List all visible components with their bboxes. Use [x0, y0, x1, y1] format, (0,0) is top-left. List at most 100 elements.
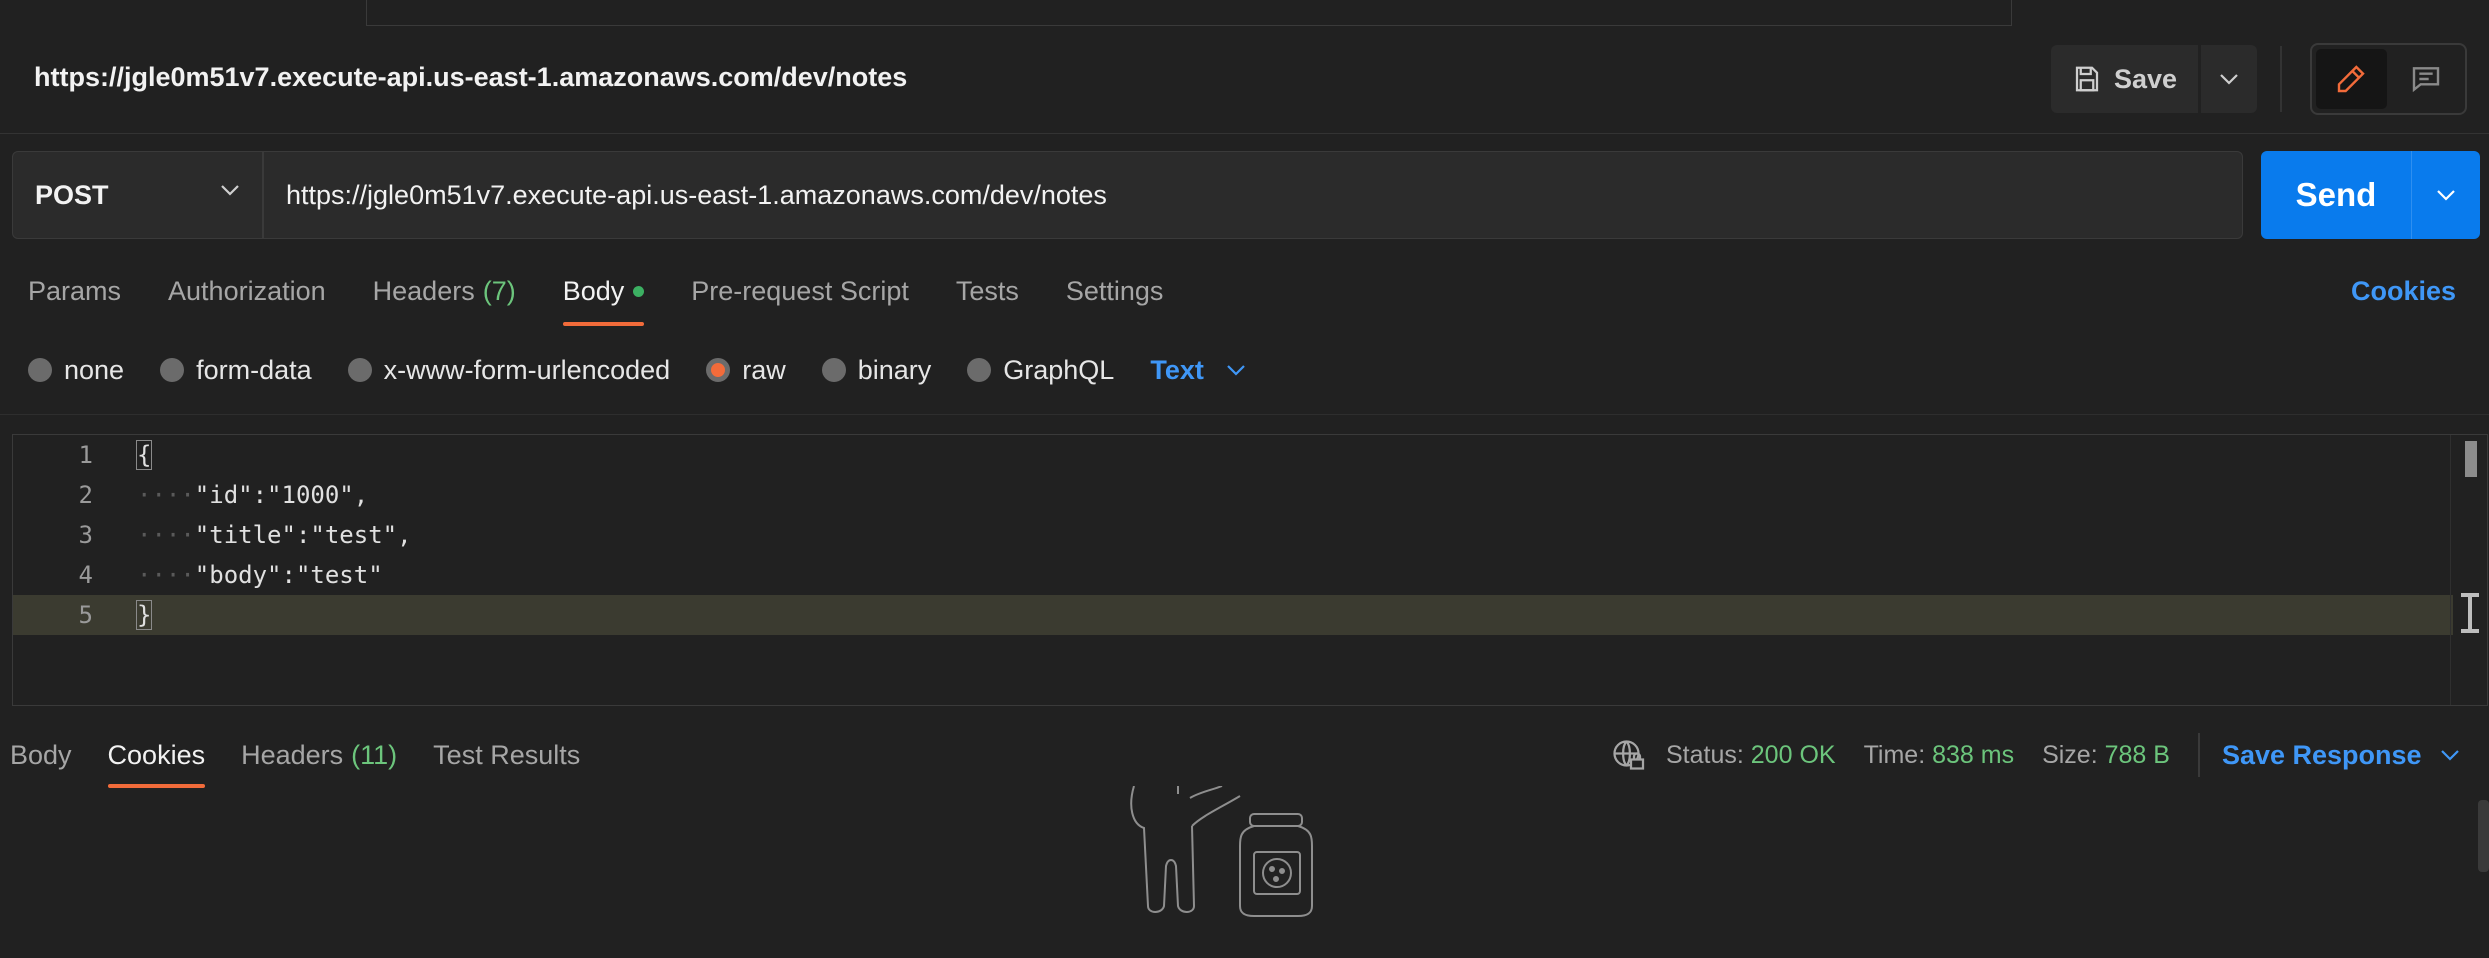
line-number: 5 [78, 601, 93, 629]
line-number: 2 [78, 481, 93, 509]
body-type-raw[interactable]: raw [706, 355, 786, 386]
status-readout: Status: 200 OK [1666, 741, 1836, 770]
radio-label: binary [857, 354, 932, 385]
time-value: 838 ms [1932, 740, 2015, 769]
url-input[interactable]: https://jgle0m51v7.execute-api.us-east-1… [263, 151, 2243, 239]
radio-label: form-data [196, 354, 312, 385]
response-meta: Status: 200 OK Time: 838 ms Size: 788 B … [1610, 722, 2460, 788]
size-label: Size: [2042, 740, 2098, 769]
send-button[interactable]: Send [2261, 151, 2411, 239]
code-text: "body":"test" [194, 561, 383, 589]
tab-label: Tests [955, 275, 1019, 306]
tab-label: Headers [372, 275, 475, 306]
radio-button[interactable] [821, 358, 846, 382]
chevron-down-icon [221, 185, 239, 196]
request-header: https://jgle0m51v7.execute-api.us-east-1… [0, 26, 2489, 134]
meta-divider [2197, 733, 2200, 777]
code-line-active: 5 } [13, 595, 2453, 635]
indent-dots: ···· [137, 481, 195, 509]
response-tab-headers[interactable]: Headers (11) [241, 722, 397, 788]
edit-mode-button[interactable] [2316, 49, 2387, 109]
tab-headers[interactable]: Headers (7) [373, 256, 516, 326]
tab-label: Settings [1065, 275, 1164, 306]
radio-label: x-www-form-urlencoded [383, 354, 671, 385]
code-line: 3 ····"title":"test", [13, 515, 2453, 555]
time-readout: Time: 838 ms [1864, 741, 2015, 770]
code-editor[interactable]: 1 { 2 ····"id":"1000", 3 ····"title":"te… [12, 434, 2488, 706]
response-scrollbar[interactable] [2478, 800, 2489, 872]
radio-button-checked[interactable] [706, 358, 731, 382]
line-number: 1 [78, 441, 93, 469]
comment-icon [2412, 67, 2439, 93]
code-text: "id":"1000", [194, 481, 369, 509]
code-line: 2 ····"id":"1000", [13, 475, 2453, 515]
code-text: { [135, 440, 153, 470]
body-indicator-dot [633, 285, 645, 297]
radio-label: GraphQL [1003, 354, 1115, 385]
tab-label: Params [28, 275, 122, 306]
tab-label: Headers [241, 739, 344, 770]
size-value: 788 B [2104, 740, 2170, 769]
chevron-down-icon [1227, 365, 1245, 376]
response-tab-test-results[interactable]: Test Results [433, 722, 580, 788]
tab-authorization[interactable]: Authorization [168, 256, 326, 326]
tab-tests[interactable]: Tests [956, 256, 1019, 326]
send-options-button[interactable] [2411, 151, 2480, 239]
body-type-urlencoded[interactable]: x-www-form-urlencoded [347, 354, 671, 386]
tab-settings[interactable]: Settings [1066, 256, 1164, 326]
top-strip-inner [366, 0, 2012, 26]
code-line: 4 ····"body":"test" [13, 555, 2453, 595]
comments-mode-button[interactable] [2391, 49, 2462, 109]
body-type-options: none form-data x-www-form-urlencoded raw… [28, 348, 1246, 392]
chevron-down-icon [2440, 750, 2459, 761]
save-response-label: Save Response [2221, 739, 2422, 770]
radio-button[interactable] [967, 358, 992, 382]
save-button[interactable]: Save [2051, 45, 2198, 113]
request-title[interactable]: https://jgle0m51v7.execute-api.us-east-1… [34, 62, 907, 93]
body-format-dropdown[interactable]: Text [1150, 355, 1246, 386]
url-text: https://jgle0m51v7.execute-api.us-east-1… [286, 179, 1107, 210]
tab-label: Pre-request Script [691, 275, 909, 306]
globe-lock-icon[interactable] [1610, 737, 1646, 773]
time-label: Time: [1863, 740, 1926, 769]
response-tab-cookies[interactable]: Cookies [107, 722, 206, 788]
cookies-link[interactable]: Cookies [2351, 276, 2456, 307]
response-tab-body[interactable]: Body [10, 722, 72, 788]
text-cursor-icon [2461, 593, 2479, 633]
method-label: POST [35, 179, 109, 210]
tab-pre-request-script[interactable]: Pre-request Script [691, 256, 909, 326]
save-options-button[interactable] [2201, 45, 2257, 113]
save-response-button[interactable]: Save Response [2222, 740, 2460, 771]
tab-label: Cookies [107, 739, 206, 770]
request-tabs: Params Authorization Headers (7) Body Pre… [28, 256, 1210, 326]
line-number: 4 [78, 561, 93, 589]
body-type-none[interactable]: none [28, 355, 124, 386]
tab-params[interactable]: Params [28, 256, 121, 326]
body-type-graphql[interactable]: GraphQL [967, 355, 1114, 386]
radio-button[interactable] [28, 358, 52, 382]
radio-button[interactable] [347, 358, 372, 382]
top-strip [0, 0, 2489, 26]
response-headers-count: (11) [351, 739, 398, 770]
indent-dots: ···· [137, 561, 195, 589]
tab-body[interactable]: Body [562, 256, 645, 326]
body-type-binary[interactable]: binary [821, 354, 932, 386]
chevron-down-icon [2220, 74, 2238, 85]
response-tabs: Body Cookies Headers (11) Test Results [10, 722, 616, 788]
radio-label: raw [742, 354, 786, 385]
tab-label: Body [562, 275, 625, 306]
tab-label: Body [10, 739, 72, 770]
editor-scrollbar[interactable] [2465, 441, 2477, 477]
tab-label: Test Results [433, 739, 581, 770]
save-group: Save [2051, 45, 2257, 113]
body-type-form-data[interactable]: form-data [160, 355, 312, 386]
tab-label: Authorization [168, 275, 326, 306]
save-icon [2075, 66, 2099, 92]
radio-button[interactable] [160, 358, 185, 382]
body-format-label: Text [1150, 354, 1204, 385]
code-line: 1 { [13, 435, 2453, 475]
response-bar: Body Cookies Headers (11) Test Results St… [0, 722, 2489, 788]
status-value: 200 OK [1750, 740, 1836, 769]
method-select[interactable]: POST [12, 151, 263, 239]
radio-label: none [64, 354, 125, 385]
